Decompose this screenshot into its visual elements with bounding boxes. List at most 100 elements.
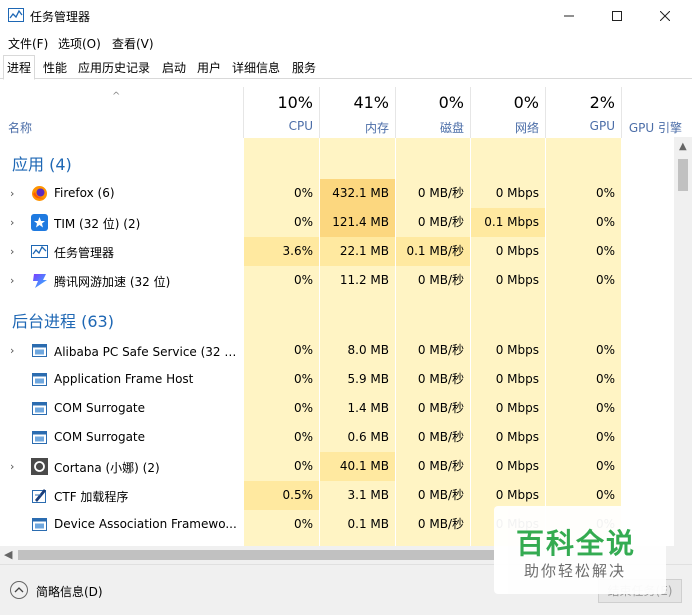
cell-gpu: 0% [595, 430, 615, 444]
cell-cpu: 3.6% [244, 237, 319, 266]
header-gpu-engine[interactable]: GPU 引擎 [622, 119, 682, 136]
close-button[interactable] [642, 0, 688, 32]
header-cpu[interactable]: CPU [244, 119, 313, 133]
tab-services[interactable]: 服务 [288, 55, 320, 79]
menu-bar: 文件(F) 选项(O) 查看(V) [0, 32, 692, 52]
service-window-icon [31, 342, 48, 359]
process-name: 任务管理器 [54, 246, 115, 260]
cell-disk: 0 MB/秒 [417, 488, 464, 502]
process-row[interactable]: › 腾讯网游加速 (32 位) 0% 11.2 MB 0 MB/秒 0 Mbps 0% [0, 266, 676, 295]
header-gpu-percent[interactable]: 2% [546, 93, 615, 112]
cell-mem: 432.1 MB [320, 179, 395, 208]
cell-net: 0 Mbps [495, 273, 539, 287]
cortana-icon [31, 458, 48, 475]
cell-gpu: 0% [595, 244, 615, 258]
cell-disk: 0 MB/秒 [417, 517, 464, 531]
process-name: Firefox (6) [54, 186, 115, 200]
minimize-button[interactable] [546, 0, 592, 32]
scroll-up-icon[interactable]: ▲ [679, 141, 687, 152]
cell-cpu: 0% [293, 430, 313, 444]
cell-mem: 0.6 MB [347, 430, 389, 444]
cell-cpu: 0% [293, 517, 313, 531]
process-name: Cortana (小娜) (2) [54, 461, 160, 475]
header-network[interactable]: 网络 [471, 119, 539, 136]
cell-cpu: 0% [293, 215, 313, 229]
title-bar: 任务管理器 [0, 0, 692, 32]
tab-users[interactable]: 用户 [193, 55, 225, 79]
process-name: Application Frame Host [54, 372, 194, 386]
cell-cpu: 0% [293, 372, 313, 386]
cell-gpu: 0% [595, 459, 615, 473]
header-gpu[interactable]: GPU [546, 119, 615, 133]
process-row[interactable]: › Alibaba PC Safe Service (32 位) 0% 8.0 MB 0… [0, 336, 676, 365]
cell-cpu: 0.5% [244, 481, 319, 510]
cell-mem: 40.1 MB [320, 452, 395, 481]
expand-chevron-icon[interactable]: › [10, 187, 14, 200]
cell-disk: 0 MB/秒 [417, 430, 464, 444]
firefox-icon [31, 185, 48, 202]
chevron-up-icon [14, 587, 24, 593]
header-cpu-percent[interactable]: 10% [244, 93, 313, 112]
tab-details[interactable]: 详细信息 [228, 55, 284, 79]
process-name: CTF 加载程序 [54, 490, 129, 504]
cell-disk: 0.1 MB/秒 [396, 237, 470, 266]
process-name: Device Association Framewo... [54, 517, 237, 531]
cell-mem: 11.2 MB [339, 273, 389, 287]
process-row[interactable]: › Cortana (小娜) (2) 0% 40.1 MB 0 MB/秒 0 Mbps 0% [0, 452, 676, 481]
expand-chevron-icon[interactable]: › [10, 274, 14, 287]
cell-mem: 5.9 MB [347, 372, 389, 386]
horizontal-scroll-thumb[interactable] [18, 550, 494, 560]
service-window-icon [31, 400, 48, 417]
cell-disk: 0 MB/秒 [417, 186, 464, 200]
process-name: 腾讯网游加速 (32 位) [54, 275, 171, 289]
process-name: Alibaba PC Safe Service (32 位) [54, 345, 240, 359]
process-row[interactable]: › 任务管理器 3.6% 22.1 MB 0.1 MB/秒 0 Mbps 0% [0, 237, 676, 266]
cell-mem: 22.1 MB [320, 237, 395, 266]
header-memory[interactable]: 内存 [320, 119, 389, 136]
scroll-left-icon[interactable]: ◀ [4, 548, 12, 561]
cell-mem: 8.0 MB [347, 343, 389, 357]
process-row[interactable]: › Firefox (6) 0% 432.1 MB 0 MB/秒 0 Mbps 0% [0, 179, 676, 208]
expand-chevron-icon[interactable]: › [10, 245, 14, 258]
menu-file[interactable]: 文件(F) [8, 35, 48, 52]
watermark-title: 百科全说 [516, 527, 637, 560]
vertical-scroll-thumb[interactable] [678, 159, 688, 191]
vertical-scrollbar[interactable]: ▲ [674, 137, 692, 546]
cell-net: 0 Mbps [495, 401, 539, 415]
cell-cpu: 0% [293, 401, 313, 415]
expand-chevron-icon[interactable]: › [10, 216, 14, 229]
tab-performance[interactable]: 性能 [39, 55, 71, 79]
tab-startup[interactable]: 启动 [158, 55, 190, 79]
cell-net: 0 Mbps [495, 244, 539, 258]
window-title: 任务管理器 [30, 10, 91, 24]
cell-gpu: 0% [595, 372, 615, 386]
process-row[interactable]: › TIM (32 位) (2) 0% 121.4 MB 0 MB/秒 0.1 Mbps 0… [0, 208, 676, 237]
group-apps: 应用 (4) [12, 155, 72, 174]
maximize-button[interactable] [594, 0, 640, 32]
process-row[interactable]: Application Frame Host 0% 5.9 MB 0 MB/秒 0 Mb… [0, 365, 676, 394]
process-name: COM Surrogate [54, 430, 146, 444]
process-row[interactable]: COM Surrogate 0% 0.6 MB 0 MB/秒 0 Mbps 0% [0, 423, 676, 452]
cell-disk: 0 MB/秒 [417, 273, 464, 287]
minimize-icon [564, 15, 574, 17]
header-network-percent[interactable]: 0% [471, 93, 539, 112]
header-memory-percent[interactable]: 41% [320, 93, 389, 112]
task-manager-icon [8, 8, 24, 22]
ctf-loader-icon [31, 487, 48, 504]
cell-mem: 3.1 MB [347, 488, 389, 502]
header-name[interactable]: 名称 [8, 119, 32, 136]
tab-app-history[interactable]: 应用历史记录 [74, 55, 154, 79]
header-disk[interactable]: 磁盘 [396, 119, 464, 136]
process-row[interactable]: COM Surrogate 0% 1.4 MB 0 MB/秒 0 Mbps 0% [0, 394, 676, 423]
header-disk-percent[interactable]: 0% [396, 93, 464, 112]
fewer-details-link[interactable]: 简略信息(D) [36, 583, 103, 600]
chevron-up-circle-icon[interactable] [10, 581, 28, 599]
expand-chevron-icon[interactable]: › [10, 344, 14, 357]
cell-disk: 0 MB/秒 [417, 215, 464, 229]
cell-disk: 0 MB/秒 [417, 459, 464, 473]
menu-view[interactable]: 查看(V) [112, 35, 154, 52]
tab-processes[interactable]: 进程 [3, 55, 36, 80]
cell-mem: 1.4 MB [347, 401, 389, 415]
expand-chevron-icon[interactable]: › [10, 460, 14, 473]
menu-options[interactable]: 选项(O) [58, 35, 101, 52]
